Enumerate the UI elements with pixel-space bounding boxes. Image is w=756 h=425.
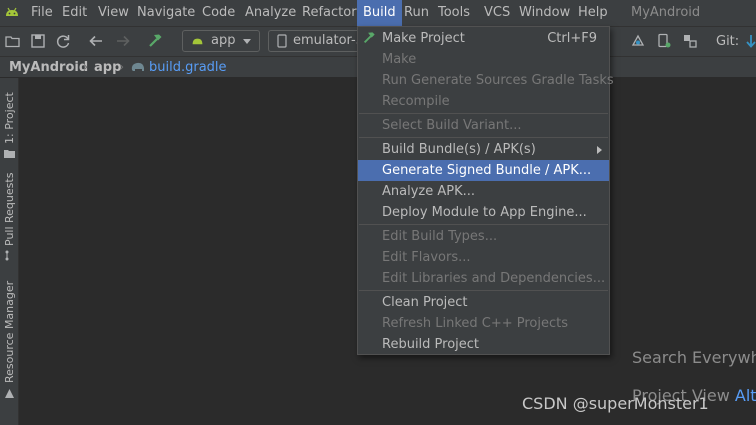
menu-item-clean-project[interactable]: Clean Project (358, 292, 609, 313)
menu-item-make-project[interactable]: Make Project Ctrl+F9 (358, 28, 609, 49)
menu-file[interactable]: File (25, 0, 59, 26)
git-label: Git: (716, 34, 740, 49)
sync-icon[interactable] (55, 33, 71, 49)
open-folder-icon[interactable] (5, 33, 21, 49)
tab-resource-manager-label: Resource Manager (3, 280, 16, 383)
menu-help[interactable]: Help (572, 0, 614, 26)
make-hammer-icon[interactable] (147, 33, 163, 49)
menu-separator (359, 137, 608, 138)
menu-item-analyze-apk[interactable]: Analyze APK... (358, 181, 609, 202)
folder-icon (4, 150, 15, 158)
sdk-manager-icon[interactable] (630, 33, 646, 49)
tab-project[interactable]: 1: Project (1, 86, 18, 166)
menu-separator (359, 113, 608, 114)
menu-item-select-build-variant[interactable]: Select Build Variant... (358, 115, 609, 136)
menu-item-edit-libraries[interactable]: Edit Libraries and Dependencies... (358, 268, 609, 289)
menu-separator (359, 224, 608, 225)
breadcrumb-module[interactable]: app (94, 57, 121, 78)
android-icon (192, 38, 203, 45)
build-menu-dropdown: Make Project Ctrl+F9 Make Run Generate S… (357, 26, 614, 355)
menu-item-generate-signed-bundle-apk[interactable]: Generate Signed Bundle / APK... (358, 160, 609, 181)
watermark: CSDN @superMonster1 (522, 394, 709, 413)
menu-run[interactable]: Run (398, 0, 435, 26)
menu-item-build-bundles-apks[interactable]: Build Bundle(s) / APK(s) (358, 139, 609, 160)
menu-analyze[interactable]: Analyze (239, 0, 302, 26)
menu-item-label: Make Project (382, 31, 465, 46)
forward-arrow-icon[interactable] (115, 33, 131, 49)
menu-edit[interactable]: Edit (56, 0, 93, 26)
device-icon (277, 34, 287, 48)
save-icon[interactable] (30, 33, 46, 49)
menu-refactor[interactable]: Refactor (296, 0, 363, 26)
device-label: emulator-5 (293, 33, 360, 48)
avd-manager-icon[interactable] (656, 33, 672, 49)
menu-build[interactable]: Build (357, 0, 402, 26)
menu-item-deploy-module[interactable]: Deploy Module to App Engine... (358, 202, 609, 223)
pull-request-icon (5, 250, 9, 261)
resource-manager-icon (5, 389, 14, 398)
device-selector[interactable]: emulator-5 (268, 30, 360, 52)
breadcrumb-separator: › (83, 60, 89, 75)
breadcrumb-project[interactable]: MyAndroid (9, 57, 88, 78)
left-tool-strip: 1: Project Pull Requests Resource Manage… (0, 78, 19, 425)
tab-pull-requests[interactable]: Pull Requests (1, 172, 18, 266)
menu-vcs[interactable]: VCS (478, 0, 516, 26)
breadcrumb-separator: › (119, 60, 125, 75)
menu-item-edit-flavors[interactable]: Edit Flavors... (358, 247, 609, 268)
menu-item-label: Build Bundle(s) / APK(s) (382, 142, 536, 157)
git-update-icon[interactable] (745, 33, 756, 49)
run-config-selector[interactable]: app (182, 30, 260, 52)
menu-item-run-generate-sources[interactable]: Run Generate Sources Gradle Tasks (358, 70, 614, 91)
menu-item-recompile[interactable]: Recompile (358, 91, 609, 112)
menu-item-rebuild-project[interactable]: Rebuild Project (358, 334, 609, 355)
hammer-icon (363, 32, 375, 44)
gradle-elephant-icon (131, 62, 144, 71)
menu-code[interactable]: Code (196, 0, 241, 26)
chevron-down-icon (243, 39, 251, 44)
tab-project-label: 1: Project (3, 92, 16, 144)
menu-item-edit-build-types[interactable]: Edit Build Types... (358, 226, 609, 247)
android-logo-icon (6, 7, 18, 16)
hint-project-view-shortcut: Alt (734, 386, 756, 405)
run-config-label: app (211, 33, 236, 48)
menu-navigate[interactable]: Navigate (131, 0, 201, 26)
submenu-arrow-icon (597, 146, 602, 154)
menu-bar: File Edit View Navigate Code Analyze Ref… (0, 0, 756, 26)
menu-tools[interactable]: Tools (432, 0, 476, 26)
menu-separator (359, 290, 608, 291)
app-title: MyAndroid (631, 5, 701, 20)
menu-item-make[interactable]: Make (358, 49, 609, 70)
back-arrow-icon[interactable] (88, 33, 104, 49)
menu-item-shortcut: Ctrl+F9 (547, 31, 597, 46)
menu-window[interactable]: Window (513, 0, 576, 26)
hint-search-everywhere: Search Everywhere (632, 348, 756, 367)
tab-pull-requests-label: Pull Requests (3, 172, 16, 246)
breadcrumb-file[interactable]: build.gradle (149, 57, 227, 78)
tab-resource-manager[interactable]: Resource Manager (1, 280, 18, 413)
menu-item-refresh-linked-cpp[interactable]: Refresh Linked C++ Projects (358, 313, 609, 334)
menu-view[interactable]: View (92, 0, 135, 26)
project-structure-icon[interactable] (682, 33, 698, 49)
